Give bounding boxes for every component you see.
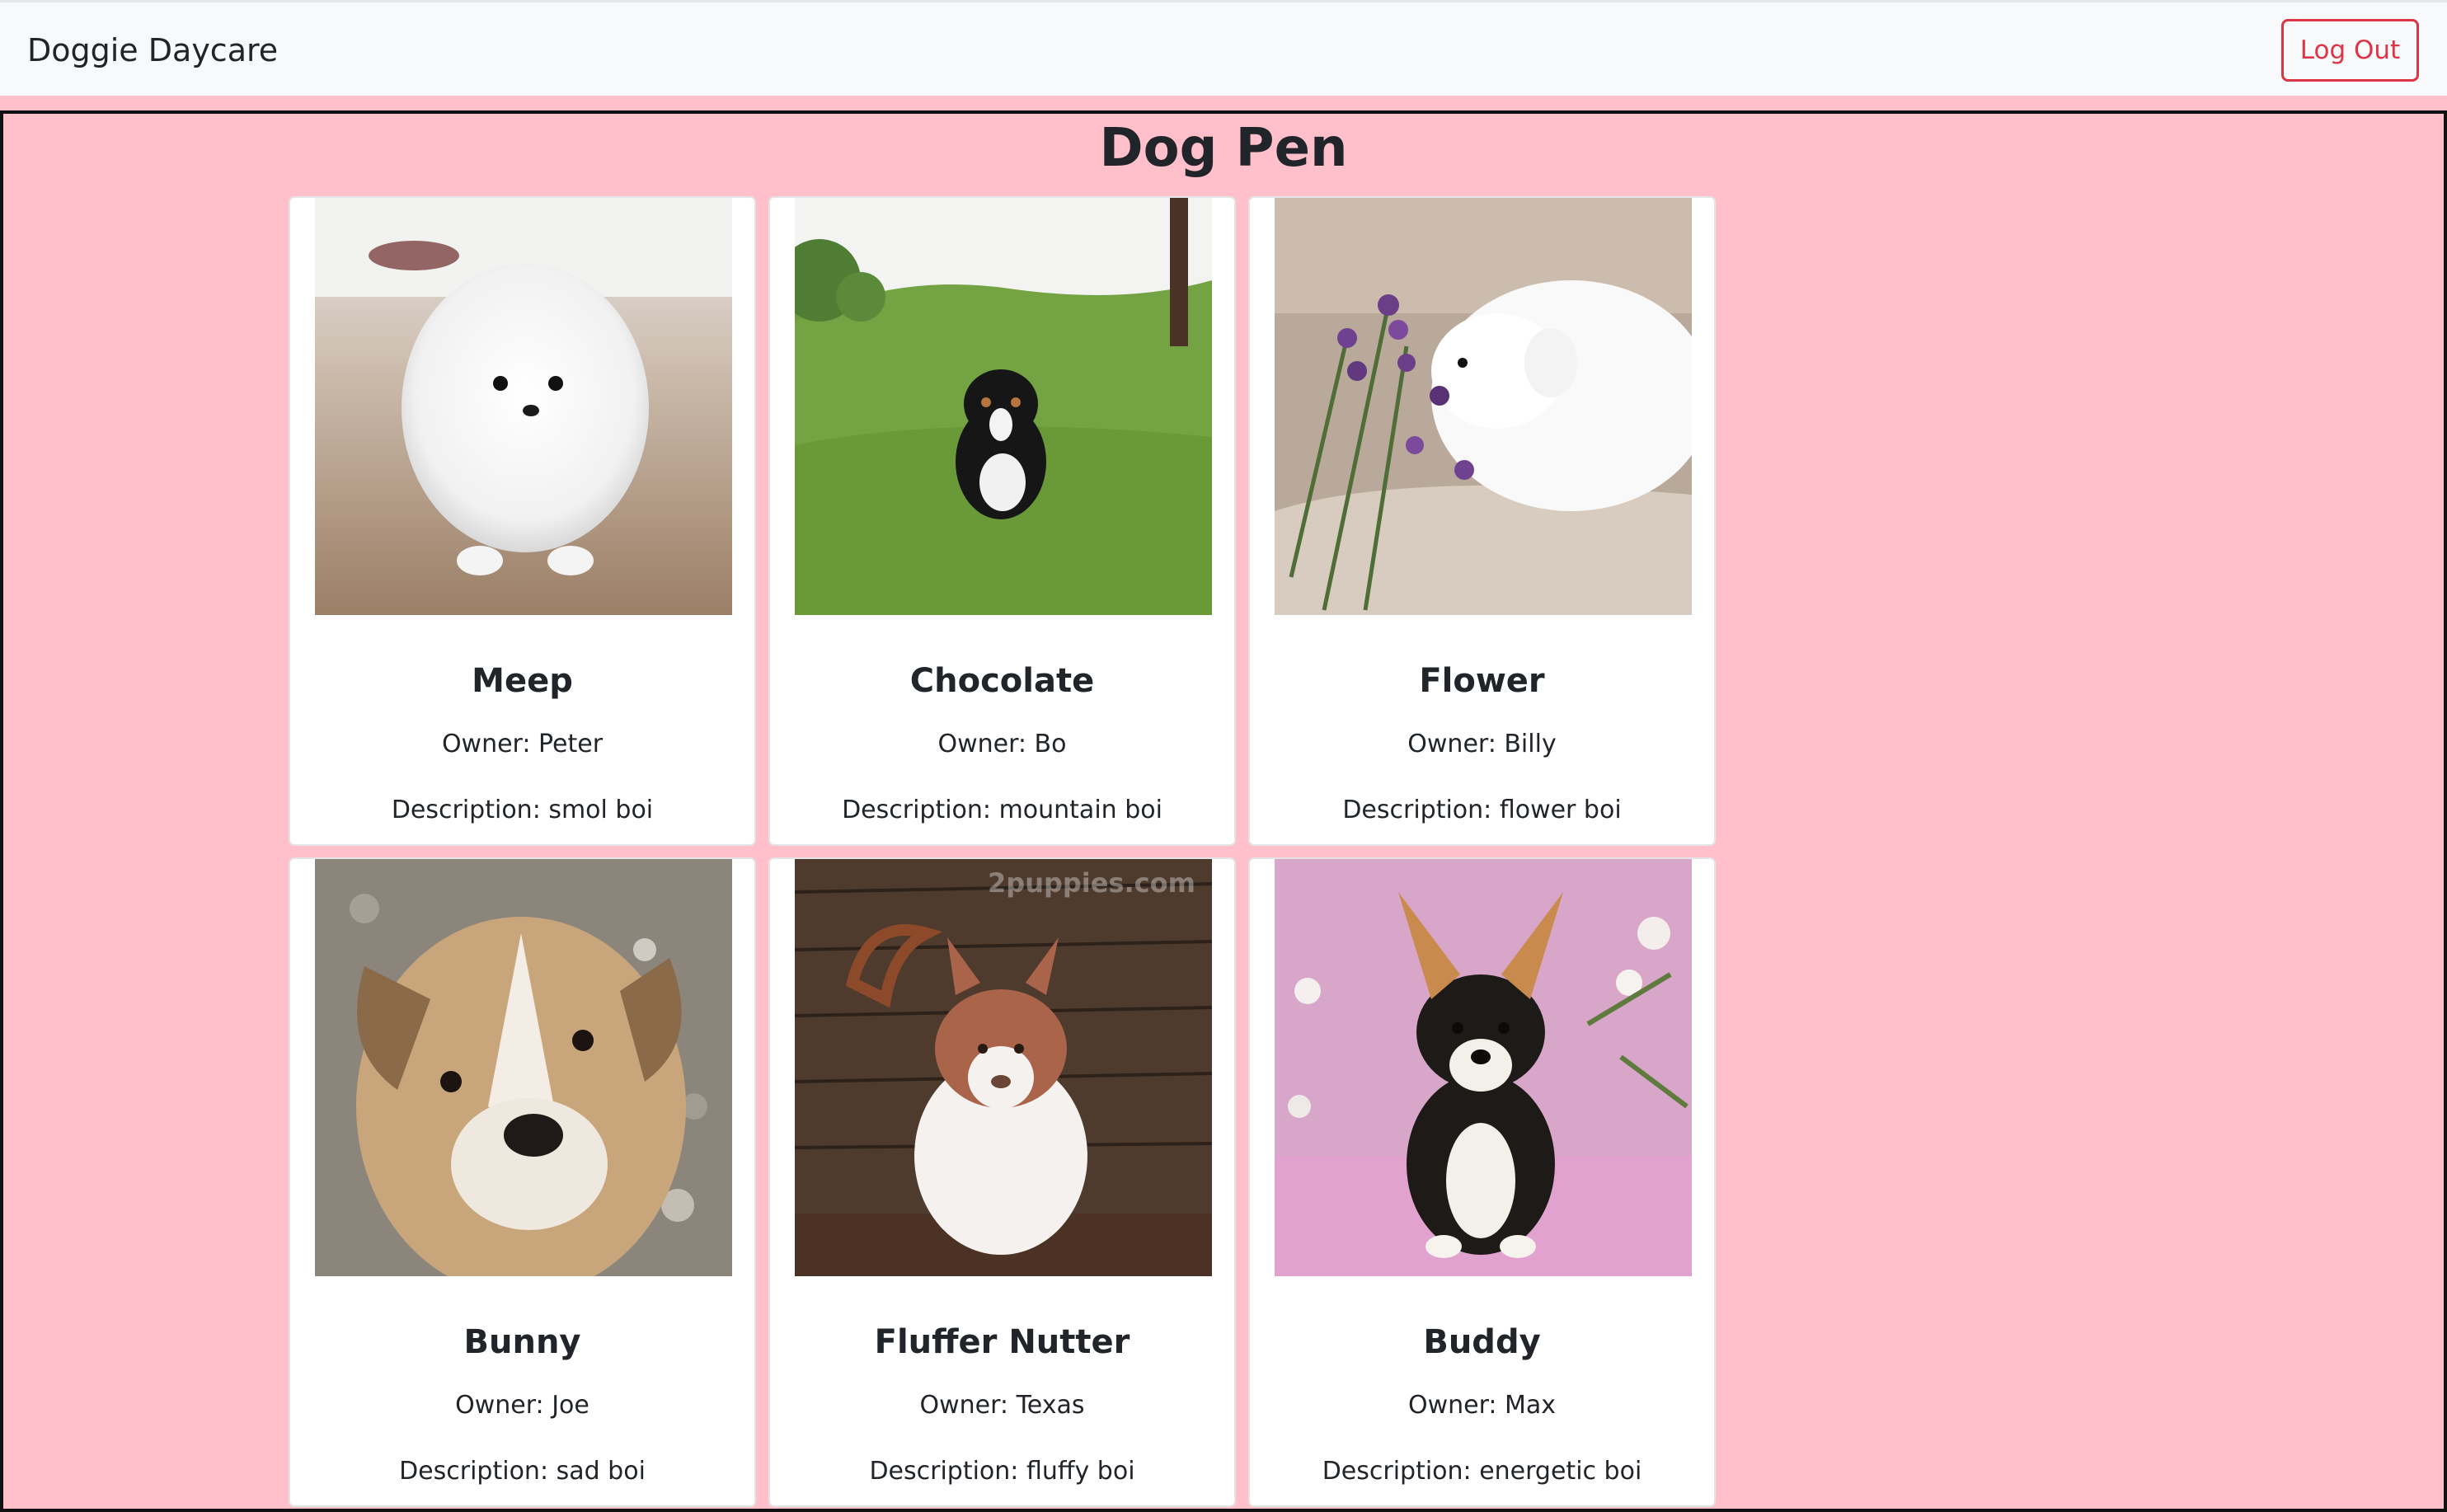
log-out-button[interactable]: Log Out [2281, 19, 2419, 82]
pomeranian-image [315, 198, 732, 615]
dog-owner: Owner: Texas [919, 1391, 1085, 1420]
dog-photo-fluffer-nutter: 2puppies.com [795, 859, 1212, 1276]
dog-photo-buddy [1275, 859, 1692, 1276]
white-puppy-image [1275, 198, 1692, 615]
dog-photo-meep [315, 198, 732, 615]
dog-description: Description: mountain boi [842, 796, 1162, 824]
dog-description: Description: smol boi [391, 796, 654, 824]
dog-photo-chocolate [795, 198, 1212, 615]
dog-name: Chocolate [909, 662, 1095, 700]
dog-card: Chocolate Owner: Bo Description: mountai… [768, 196, 1236, 846]
dog-photo-bunny [315, 859, 732, 1276]
dog-card: Flower Owner: Billy Description: flower … [1248, 196, 1716, 846]
mountain-dog-image [795, 198, 1212, 615]
dog-card: Buddy Owner: Max Description: energetic … [1248, 857, 1716, 1507]
dog-owner: Owner: Max [1407, 1391, 1557, 1420]
dog-description: Description: flower boi [1342, 796, 1622, 824]
dog-owner: Owner: Joe [455, 1391, 589, 1420]
watermark-text: 2puppies.com [988, 867, 1195, 899]
page-title: Dog Pen [1099, 118, 1348, 179]
top-navbar: Doggie Daycare Log Out [0, 0, 2447, 96]
dog-card: Meep Owner: Peter Description: smol boi [289, 196, 756, 846]
dog-name: Meep [472, 662, 573, 700]
dog-card: 2puppies.com Fluffer Nutter Owner: Texas… [768, 857, 1236, 1507]
bulldog-image [315, 859, 732, 1276]
dog-name: Fluffer Nutter [874, 1323, 1130, 1361]
dog-name: Bunny [463, 1323, 581, 1361]
dog-description: Description: sad boi [399, 1457, 646, 1486]
dog-description: Description: fluffy boi [869, 1457, 1135, 1486]
dog-photo-flower [1275, 198, 1692, 615]
dog-name: Buddy [1423, 1323, 1541, 1361]
dog-description: Description: energetic boi [1322, 1457, 1642, 1486]
brand-link[interactable]: Doggie Daycare [27, 29, 278, 72]
dog-owner: Owner: Billy [1407, 730, 1557, 758]
dog-card: Bunny Owner: Joe Description: sad boi [289, 857, 756, 1507]
corgi-puppy-image [1275, 859, 1692, 1276]
dog-name: Flower [1419, 662, 1545, 700]
husky-puppy-image: 2puppies.com [795, 859, 1212, 1276]
dog-owner: Owner: Bo [937, 730, 1067, 758]
dog-owner: Owner: Peter [441, 730, 604, 758]
